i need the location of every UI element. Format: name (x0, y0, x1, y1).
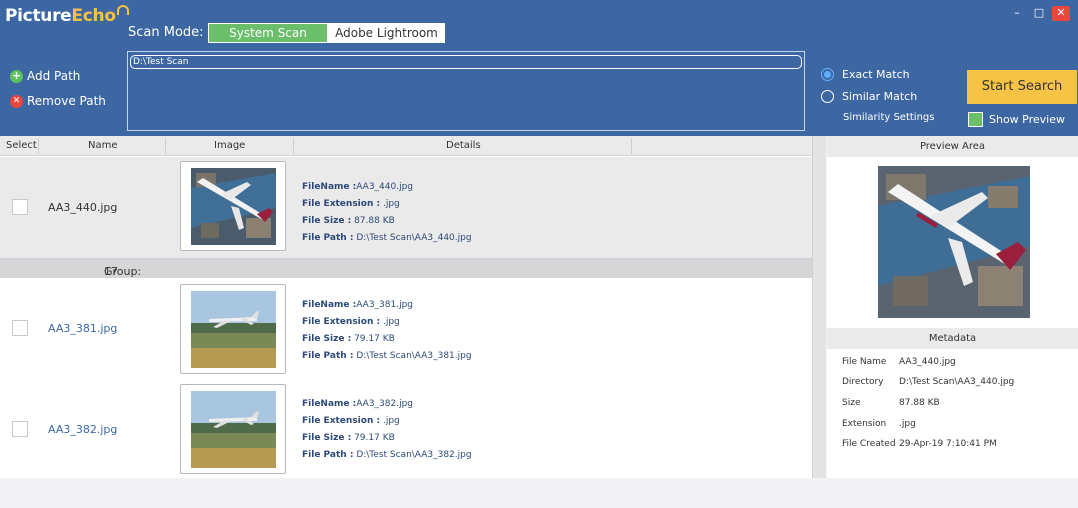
checkbox-checked-icon (968, 112, 983, 127)
start-search-button[interactable]: Start Search (967, 70, 1077, 104)
exact-match-label: Exact Match (842, 68, 910, 81)
results-grid: Select Name Image Details AA3_440.jpg Fi… (0, 136, 826, 478)
row-details: FileName :AA3_381.jpg File Extension : .… (302, 300, 472, 361)
column-details[interactable]: Details (446, 140, 481, 151)
thumbnail-aa3-381 (191, 291, 276, 368)
remove-path-label: Remove Path (27, 94, 106, 108)
status-area (0, 478, 1078, 508)
radio-checked-icon (821, 68, 834, 81)
group-number: 17 (104, 265, 118, 278)
preview-panel: Preview Area Metadata File Name AA3_440.j… (827, 136, 1078, 478)
preview-image (878, 166, 1030, 318)
close-icon[interactable]: ✕ (1052, 6, 1070, 21)
preview-title: Preview Area (827, 136, 1078, 157)
exact-match-radio[interactable]: Exact Match (821, 68, 910, 81)
maximize-icon[interactable]: □ (1030, 6, 1048, 21)
path-input[interactable] (130, 55, 802, 69)
meta-size: Size 87.88 KB (842, 398, 940, 408)
logo-wave-icon (116, 5, 129, 15)
scan-mode-label: Scan Mode: (128, 25, 204, 40)
row-checkbox[interactable] (12, 421, 28, 437)
row-name: AA3_382.jpg (48, 423, 118, 436)
group-header: Group: 17 (0, 259, 812, 278)
column-image[interactable]: Image (214, 140, 245, 151)
row-details: FileName :AA3_440.jpg File Extension : .… (302, 182, 472, 243)
row-name: AA3_381.jpg (48, 322, 118, 335)
row-name: AA3_440.jpg (48, 201, 118, 214)
window-controls: – □ ✕ (1008, 6, 1070, 21)
add-path-label: Add Path (27, 69, 81, 83)
thumbnail-frame (180, 284, 286, 374)
thumbnail-aa3-440 (191, 168, 276, 245)
row-checkbox[interactable] (12, 199, 28, 215)
add-path-button[interactable]: + Add Path (10, 69, 80, 83)
tab-adobe-lightroom[interactable]: Adobe Lightroom (328, 23, 445, 43)
app-window: PictureEcho Scan Mode: System Scan Adobe… (0, 0, 1078, 508)
column-name[interactable]: Name (88, 140, 118, 151)
meta-extension: Extension .jpg (842, 419, 916, 429)
remove-icon: ✕ (10, 94, 23, 108)
metadata-title: Metadata (827, 328, 1078, 349)
radio-unchecked-icon (821, 90, 834, 103)
row-details: FileName :AA3_382.jpg File Extension : .… (302, 399, 472, 460)
table-row[interactable]: AA3_440.jpg FileName:AA3_440.jpg File E… (0, 157, 812, 259)
meta-file-name: File Name AA3_440.jpg (842, 357, 956, 367)
similar-match-radio[interactable]: Similar Match (821, 90, 917, 103)
column-header: Select Name Image Details (0, 136, 812, 156)
column-select[interactable]: Select (6, 140, 37, 151)
minimize-icon[interactable]: – (1008, 6, 1026, 21)
vertical-scrollbar[interactable] (812, 136, 826, 478)
meta-file-created: File Created 29-Apr-19 7:10:41 PM (842, 439, 997, 449)
similarity-settings-link[interactable]: Similarity Settings (843, 112, 934, 123)
row-checkbox[interactable] (12, 320, 28, 336)
similar-match-label: Similar Match (842, 90, 918, 103)
thumbnail-aa3-382 (191, 391, 276, 468)
path-list (127, 51, 805, 131)
meta-directory: Directory D:\Test Scan\AA3_440.jpg (842, 377, 1015, 387)
table-row[interactable]: AA3_382.jpg FileName :AA3_382.jpg File E… (0, 379, 812, 478)
table-row[interactable]: AA3_381.jpg FileName :AA3_381.jpg File E… (0, 279, 812, 379)
thumbnail-frame (180, 384, 286, 474)
thumbnail-frame (180, 161, 286, 251)
remove-path-button[interactable]: ✕ Remove Path (10, 94, 106, 108)
show-preview-checkbox[interactable]: Show Preview (968, 112, 1065, 127)
app-logo: PictureEcho (5, 5, 129, 26)
plus-icon: + (10, 68, 23, 83)
tab-system-scan[interactable]: System Scan (208, 23, 328, 43)
show-preview-label: Show Preview (989, 113, 1065, 126)
toolbar: PictureEcho Scan Mode: System Scan Adobe… (0, 0, 1078, 136)
